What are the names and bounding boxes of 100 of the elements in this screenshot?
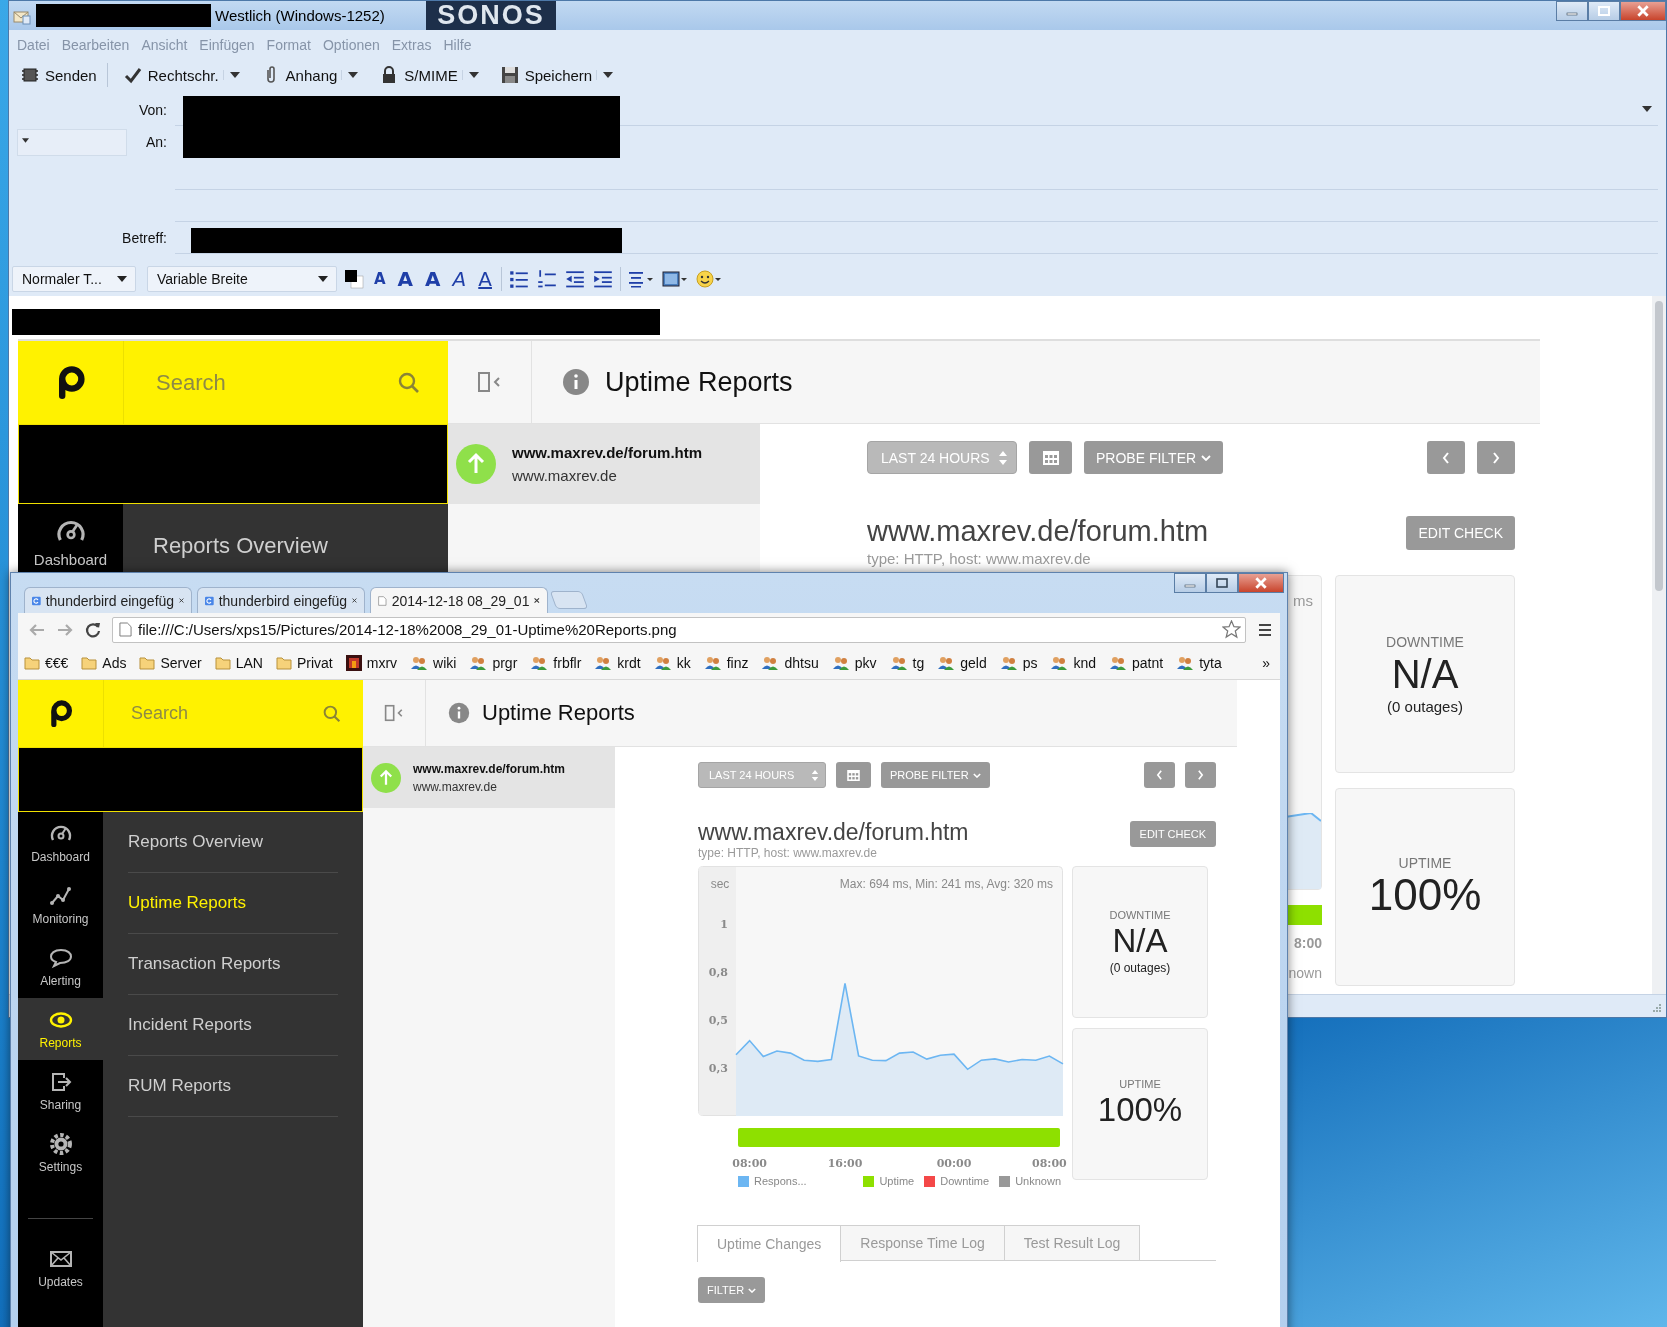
bookmark[interactable]: Server [139, 654, 202, 671]
bookmark[interactable]: frbflr [530, 654, 582, 671]
smiley-icon[interactable] [694, 268, 723, 290]
maximize-button[interactable] [1588, 1, 1620, 21]
bookmark[interactable]: LAN [214, 654, 263, 671]
bookmark[interactable]: mxrv [345, 654, 398, 671]
people-icon [889, 655, 908, 670]
submenu-item[interactable]: Incident Reports [128, 995, 338, 1056]
bookmark[interactable]: ps [999, 654, 1038, 671]
close-button[interactable] [1238, 573, 1284, 593]
close-icon[interactable] [179, 596, 184, 605]
text-color-icon[interactable] [343, 268, 365, 290]
calendar-button[interactable] [836, 762, 871, 788]
minimize-button[interactable] [1174, 573, 1206, 593]
checkmark-icon [123, 66, 142, 84]
nav-item[interactable]: Dashboard [18, 504, 123, 568]
people-icon [653, 655, 672, 670]
submenu-item[interactable]: Uptime Reports [128, 873, 338, 934]
paragraph-format-select[interactable]: Normaler T... [12, 266, 136, 292]
close-icon [1636, 5, 1650, 17]
calendar-button[interactable] [1029, 441, 1072, 474]
bookmark[interactable]: finz [703, 654, 749, 671]
text-style-button[interactable]: A [394, 267, 417, 291]
toolbar-button[interactable]: Speichern [496, 64, 597, 86]
close-icon[interactable] [352, 596, 357, 605]
nav-item[interactable]: Updates [18, 1237, 103, 1299]
bookmark[interactable]: dhtsu [761, 654, 819, 671]
text-style-button[interactable]: A [422, 267, 444, 291]
people-icon [999, 655, 1018, 670]
numbered-list-icon[interactable] [535, 268, 558, 290]
bookmark[interactable]: knd [1050, 654, 1097, 671]
nav-item[interactable]: Reports [18, 998, 103, 1060]
close-icon[interactable] [534, 596, 540, 605]
people-icon [1109, 655, 1128, 670]
insert-image-icon[interactable] [660, 268, 689, 290]
sort-arrows-icon [998, 449, 1008, 466]
toolbar-button[interactable]: Rechtschr. [119, 64, 223, 86]
search-field[interactable]: Search [123, 341, 448, 424]
bookmark[interactable]: kk [653, 654, 691, 671]
chevron-down-icon [1201, 454, 1212, 461]
wallpaper-logo: SONOS [426, 1, 556, 30]
bookmark[interactable]: Ads [81, 654, 127, 671]
search-input[interactable]: Search [129, 702, 323, 725]
browser-tab[interactable]: thunderbird eingefüg [197, 587, 365, 613]
star-icon[interactable] [1222, 620, 1241, 639]
scrollbar-thumb[interactable] [1655, 301, 1663, 591]
bulleted-list-icon[interactable] [507, 268, 530, 290]
browser-tab[interactable]: thunderbird eingefüg [24, 587, 192, 613]
check-list-item[interactable]: www.maxrev.de/forum.htm www.maxrev.de [363, 747, 615, 808]
bookmark[interactable]: tyta [1176, 654, 1222, 671]
restore-button[interactable] [1206, 573, 1238, 593]
chevron-left-icon [1156, 770, 1163, 780]
search-field[interactable]: Search [103, 680, 363, 747]
axis-tick-label: 0,5 [708, 1013, 728, 1027]
toolbar-button[interactable]: Senden [17, 64, 101, 86]
chevron-down-icon [972, 772, 981, 778]
nav-item[interactable]: Monitoring [18, 874, 103, 936]
bookmark[interactable]: pkv [831, 654, 877, 671]
caret-icon [229, 72, 240, 78]
nav-item[interactable]: Alerting [18, 936, 103, 998]
panel-toggle-icon[interactable] [383, 704, 405, 722]
bookmark[interactable]: €€€ [24, 654, 69, 671]
browser-tab[interactable]: 2014-12-18 08_29_01 [370, 587, 548, 613]
submenu-item[interactable]: RUM Reports [128, 1056, 338, 1117]
window-title: Westlich (Windows-1252) [215, 7, 385, 24]
minimize-button[interactable] [1556, 1, 1588, 21]
nav-item[interactable]: Sharing [18, 1060, 103, 1122]
bookmark[interactable]: geld [937, 654, 987, 671]
submenu-item[interactable]: Transaction Reports [128, 934, 338, 995]
toolbar-button[interactable]: Anhang [257, 64, 342, 86]
more-bookmarks-button[interactable]: » [1262, 654, 1270, 671]
stat-label: UPTIME [1398, 855, 1452, 871]
bookmark[interactable]: wiki [410, 654, 457, 671]
bookmark[interactable]: Privat [275, 654, 333, 671]
address-field[interactable]: file:///C:/Users/xps15/Pictures/2014-12-18%2008_29_01-Uptime%20Reports.png [112, 616, 1246, 643]
font-select[interactable]: Variable Breite [147, 266, 337, 292]
bookmark[interactable]: patnt [1109, 654, 1164, 671]
bookmark[interactable]: prgr [469, 654, 518, 671]
resize-grip-icon[interactable] [1652, 1003, 1662, 1013]
indent-icon[interactable] [591, 268, 614, 290]
submenu-item[interactable]: Reports Overview [128, 812, 338, 873]
close-button[interactable] [1620, 1, 1666, 21]
search-input[interactable]: Search [154, 368, 398, 397]
panel-toggle-icon[interactable] [476, 371, 503, 393]
check-list-item[interactable]: www.maxrev.de/forum.htm www.maxrev.de [448, 424, 760, 504]
folder-icon [275, 655, 292, 670]
text-style-button[interactable]: A [371, 270, 389, 288]
nav-item[interactable]: Dashboard [18, 812, 103, 874]
text-style-button[interactable]: A [449, 267, 470, 291]
bookmark[interactable]: krdt [594, 654, 641, 671]
axis-tick-label: 0,8 [708, 965, 728, 979]
toolbar-button[interactable]: S/MIME [376, 64, 462, 86]
nav-item[interactable]: Settings [18, 1122, 103, 1184]
bookmark[interactable]: tg [889, 654, 925, 671]
chart-title: Max: 694 ms, Min: 241 ms, Avg: 320 ms [839, 877, 1053, 891]
axis-tick-label: 08:00 [1032, 1157, 1067, 1170]
reload-icon[interactable] [84, 620, 102, 639]
text-style-button[interactable]: A [475, 267, 495, 291]
outdent-icon[interactable] [563, 268, 586, 290]
submenu-item[interactable]: Reports Overview [153, 533, 328, 558]
